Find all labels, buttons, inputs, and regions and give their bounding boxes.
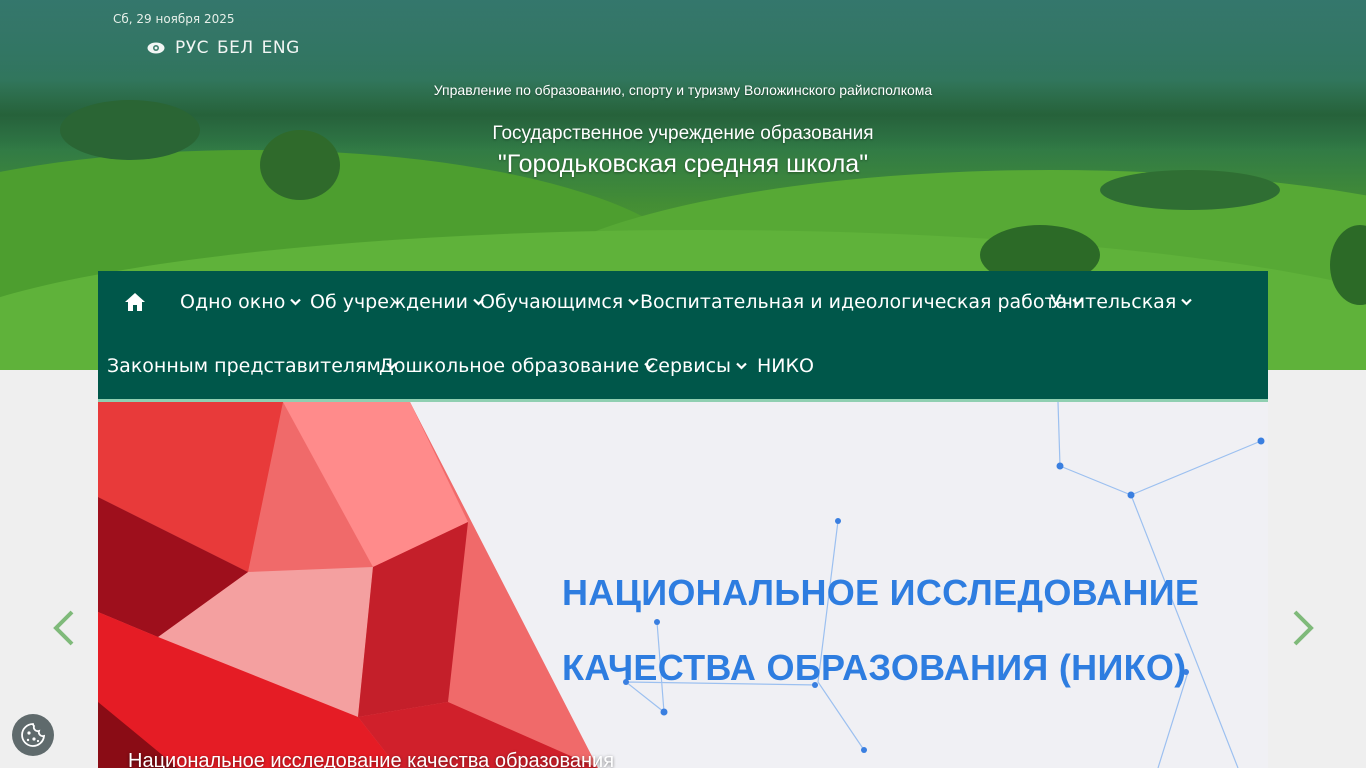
chevron-left-icon: [53, 610, 74, 646]
chevron-down-icon: [1181, 298, 1193, 306]
nav-item-doshkolnoe-obrazovanie[interactable]: Дошкольное образование: [379, 355, 655, 377]
nav-item-label: Обучающимся: [480, 291, 624, 313]
lang-rus-link[interactable]: РУС: [175, 38, 209, 58]
chevron-down-icon: [736, 362, 747, 370]
nav-item-label: НИКО: [757, 355, 814, 377]
nav-item-label: Учительская: [1050, 291, 1177, 313]
parent-organization: Управление по образованию, спорту и тури…: [433, 82, 933, 98]
nav-item-servisy[interactable]: Сервисы: [645, 355, 747, 377]
nav-item-label: Сервисы: [645, 355, 732, 377]
nav-item-label: Воспитательная и идеологическая работа: [640, 291, 1068, 313]
nav-item-niko[interactable]: НИКО: [757, 355, 814, 377]
main-navigation: Одно окно Об учреждении Обучающимся Восп…: [98, 271, 1268, 402]
chevron-right-icon: [1293, 610, 1314, 646]
slide-caption[interactable]: Национальное исследование качества образ…: [128, 750, 614, 768]
nav-item-uchitelskaya[interactable]: Учительская: [1050, 291, 1193, 313]
slide-title-line1: НАЦИОНАЛЬНОЕ ИССЛЕДОВАНИЕ: [562, 572, 1200, 613]
lang-bel-link[interactable]: БЕЛ: [217, 38, 254, 58]
nav-item-vospitatelnaya-rabota[interactable]: Воспитательная и идеологическая работа: [640, 291, 1083, 313]
school-name: "Городьковская средняя школа": [497, 150, 869, 178]
nav-item-label: Об учреждении: [310, 291, 468, 313]
current-date: Сб, 29 ноября 2025: [113, 12, 235, 26]
nav-item-ob-uchrezhdenii[interactable]: Об учреждении: [310, 291, 484, 313]
organization-type: Государственное учреждение образования: [492, 123, 874, 144]
nav-item-label: Одно окно: [180, 291, 286, 313]
lang-eng-link[interactable]: ENG: [262, 38, 300, 58]
home-button[interactable]: [123, 290, 147, 314]
cookie-icon: [21, 723, 46, 747]
nav-item-label: Дошкольное образование: [379, 355, 640, 377]
nav-item-zakonnym-predstavitelyam[interactable]: Законным представителям: [107, 355, 397, 377]
nav-item-odno-okno[interactable]: Одно окно: [180, 291, 302, 313]
slide-title-line2: КАЧЕСТВА ОБРАЗОВАНИЯ (НИКО): [562, 647, 1187, 688]
eye-icon[interactable]: [147, 42, 165, 54]
nav-item-label: Законным представителям: [107, 355, 381, 377]
chevron-down-icon: [290, 298, 302, 306]
image-slider[interactable]: НАЦИОНАЛЬНОЕ ИССЛЕДОВАНИЕ КАЧЕСТВА ОБРАЗ…: [98, 402, 1268, 768]
cookie-settings-button[interactable]: [12, 714, 54, 756]
slider-prev-button[interactable]: [50, 608, 80, 648]
chevron-down-icon: [628, 298, 640, 306]
home-icon: [125, 293, 145, 311]
language-bar: РУС БЕЛ ENG: [147, 38, 300, 58]
slider-next-button[interactable]: [1287, 608, 1317, 648]
nav-item-obuchayushchimsya[interactable]: Обучающимся: [480, 291, 640, 313]
